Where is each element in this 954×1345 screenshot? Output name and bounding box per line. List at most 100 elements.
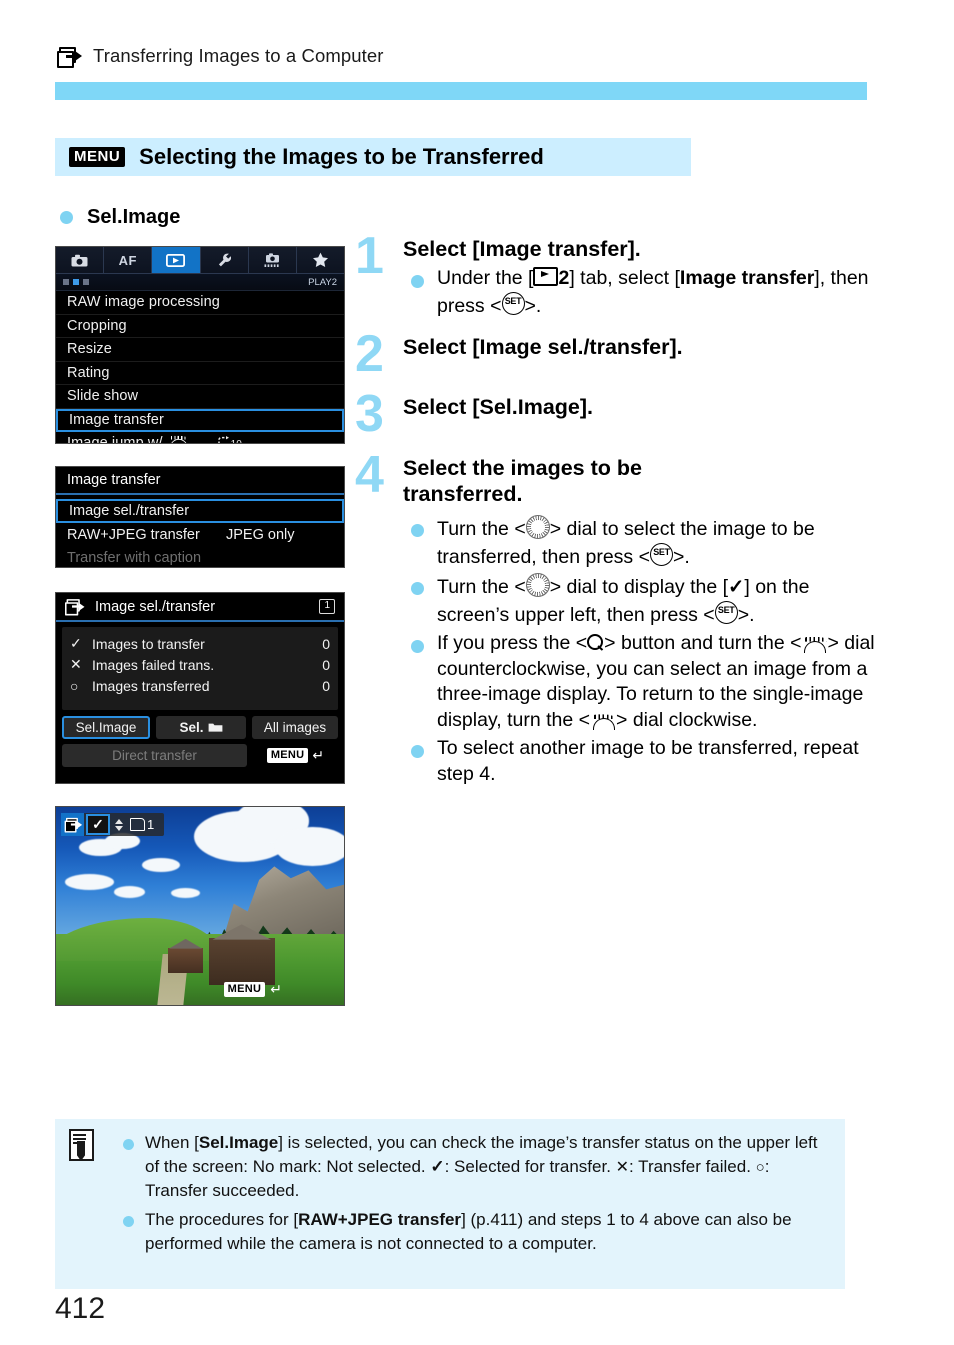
check-mark-icon: ✓ xyxy=(728,575,745,598)
transfer-stats-panel: ✓ Images to transfer 0 ✕ Images failed t… xyxy=(62,627,338,710)
menu-item-label: RAW image processing xyxy=(67,294,220,311)
menu-item-image-transfer[interactable]: Image transfer xyxy=(56,408,344,432)
shoot-tab[interactable] xyxy=(56,247,105,273)
submenu-item-raw-jpeg-transfer[interactable]: RAW+JPEG transfer JPEG only xyxy=(56,523,344,546)
stat-label: Images transferred xyxy=(92,677,210,694)
magnify-button-icon xyxy=(587,633,604,652)
page-number: 412 xyxy=(55,1292,106,1325)
submenu-item-image-sel-transfer[interactable]: Image sel./transfer xyxy=(56,499,344,523)
section-banner: MENU Selecting the Images to be Transfer… xyxy=(55,138,691,176)
circle-mark-icon: ○ xyxy=(755,1158,765,1176)
menu-item-slide-show[interactable]: Slide show xyxy=(56,385,344,409)
set-button-icon xyxy=(650,542,673,566)
step-3: 3 Select [Sel.Image]. xyxy=(355,388,875,440)
x-mark-icon: ✕ xyxy=(70,656,82,672)
page-title: Selecting the Images to be Transferred xyxy=(139,144,544,169)
transfer-icon xyxy=(61,813,84,836)
menu-tab-bar: AF xyxy=(56,247,344,274)
note-pencil-icon xyxy=(67,1129,94,1161)
instruction-steps: 1 Select [Image transfer]. Under the [2]… xyxy=(355,230,875,790)
af-tab[interactable]: AF xyxy=(104,247,153,273)
menu-item-rating[interactable]: Rating xyxy=(56,362,344,385)
card-slot-badge: 1 xyxy=(319,599,335,614)
step-2: 2 Select [Image sel./transfer]. xyxy=(355,328,875,380)
mymenu-tab[interactable] xyxy=(297,247,344,273)
card-number: 1 xyxy=(147,817,155,832)
step-number: 3 xyxy=(355,385,384,444)
step-bullet: If you press the < > button and turn the … xyxy=(403,631,875,735)
step-bullet: Turn the < > dial to display the [✓] on t… xyxy=(403,572,875,629)
page-dots-icon xyxy=(63,279,89,285)
step-title: Select [Sel.Image]. xyxy=(403,395,593,420)
step-number: 2 xyxy=(355,325,384,384)
submenu-item-value: JPEG only xyxy=(226,526,295,543)
menu-return-hint[interactable]: MENU ↵ xyxy=(253,747,338,764)
transfer-icon xyxy=(57,46,82,68)
screenshot-image-sel-transfer: Image sel./transfer 1 ✓ Images to transf… xyxy=(55,592,345,784)
custom-tab[interactable] xyxy=(249,247,297,273)
photo-cloud xyxy=(64,874,114,891)
stat-row-images-failed: ✕ Images failed trans. 0 xyxy=(70,654,330,675)
menu-chip: MENU xyxy=(266,748,309,763)
up-down-arrows-icon xyxy=(115,818,123,831)
note-item: The procedures for [RAW+JPEG transfer] (… xyxy=(119,1208,829,1256)
card-icon xyxy=(130,818,145,831)
check-mark-icon: ✓ xyxy=(70,635,82,651)
image-jump-value: 10 xyxy=(217,435,242,443)
step-number: 1 xyxy=(355,227,384,285)
menu-item-label: Image jump w/ xyxy=(67,434,163,444)
card-indicator: 1 xyxy=(130,817,154,832)
menu-item-cropping[interactable]: Cropping xyxy=(56,315,344,338)
sel-folder-label: Sel. xyxy=(179,720,204,735)
screenshot-image-transfer: Image transfer Image sel./transfer RAW+J… xyxy=(55,466,345,568)
submenu-item-transfer-with-caption: Transfer with caption xyxy=(56,546,344,567)
menu-item-label: Slide show xyxy=(67,388,139,405)
header-rule xyxy=(55,82,867,100)
sel-transfer-button-row-2: Direct transfer MENU ↵ xyxy=(56,739,344,767)
menu-item-label: Rating xyxy=(67,364,110,381)
circle-mark-icon: ○ xyxy=(70,677,79,694)
stat-count: 0 xyxy=(322,656,330,673)
photo-cloud xyxy=(171,888,200,899)
menu-item-resize[interactable]: Resize xyxy=(56,338,344,362)
check-mark-icon: ✓ xyxy=(86,814,110,835)
setup-tab[interactable] xyxy=(201,247,249,273)
sel-transfer-header: Image sel./transfer 1 xyxy=(56,593,344,622)
all-images-button[interactable]: All images xyxy=(252,716,338,739)
main-dial-icon xyxy=(801,637,827,654)
menu-row-list: RAW image processing Cropping Resize Rat… xyxy=(56,291,344,444)
note-item: When [Sel.Image] is selected, you can ch… xyxy=(119,1131,829,1203)
step-title: Select [Image transfer]. xyxy=(403,237,641,261)
step-bullets: Under the [2] tab, select [Image transfe… xyxy=(403,266,875,320)
step-title: Select [Image sel./transfer]. xyxy=(403,335,683,360)
transfer-icon xyxy=(65,599,85,616)
set-button-icon xyxy=(501,292,525,316)
photo-cloud xyxy=(274,826,344,867)
all-images-label: All images xyxy=(263,720,327,735)
step-bullet: Turn the < > dial to select the image to … xyxy=(403,514,875,571)
stat-count: 0 xyxy=(322,677,330,694)
note-box: When [Sel.Image] is selected, you can ch… xyxy=(55,1119,845,1289)
step-bullet: To select another image to be transferre… xyxy=(403,736,875,788)
menu-item-label: Cropping xyxy=(67,317,127,334)
submenu-item-label: Transfer with caption xyxy=(67,549,202,566)
stat-row-images-to-transfer: ✓ Images to transfer 0 xyxy=(70,633,330,654)
sel-folder-button[interactable]: Sel. xyxy=(156,716,246,739)
check-mark-icon: ✓ xyxy=(430,1156,445,1176)
quick-control-dial-icon xyxy=(525,514,550,539)
return-arrow-icon: ↵ xyxy=(312,747,325,763)
menu-item-label: Image transfer xyxy=(69,412,164,428)
sel-image-button[interactable]: Sel.Image xyxy=(62,716,150,739)
photo-barn-large xyxy=(208,937,275,986)
stat-label: Images to transfer xyxy=(92,635,205,652)
playback-tab[interactable] xyxy=(152,247,201,273)
menu-item-label: Resize xyxy=(67,341,112,358)
photo-menu-return[interactable]: MENU ↵ xyxy=(223,981,282,998)
menu-item-image-jump[interactable]: Image jump w/ 10 xyxy=(56,432,344,444)
photo-cloud xyxy=(113,886,146,899)
menu-badge: MENU xyxy=(69,147,126,167)
menu-page-label: PLAY2 xyxy=(308,276,337,288)
screenshot-photo-preview: ✓ 1 MENU ↵ xyxy=(55,806,345,1006)
menu-item-raw-image-processing[interactable]: RAW image processing xyxy=(56,291,344,315)
step-number: 4 xyxy=(355,445,384,504)
